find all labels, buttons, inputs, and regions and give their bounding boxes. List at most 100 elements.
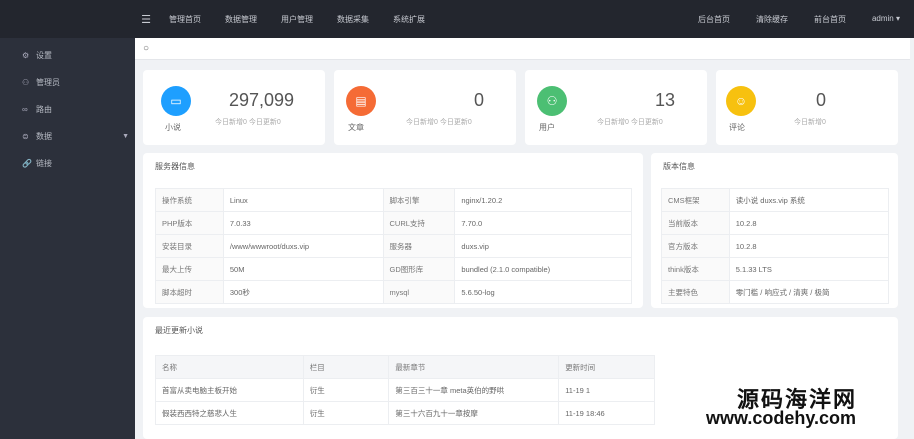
stat-sub: 今日新增0 今日更新0 — [406, 119, 472, 126]
stat-sub: 今日新增0 — [794, 119, 826, 126]
table-cell: 7.0.33 — [222, 211, 384, 235]
book-icon: ▭ — [161, 86, 191, 116]
stat-value: 13 — [655, 90, 676, 110]
sidebar-item-label: 设置 — [36, 51, 52, 60]
table-cell: 5.6.50-log — [454, 280, 632, 304]
table-cell: 零门槛 / 响应式 / 清爽 / 极简 — [728, 280, 890, 304]
table-key-cell: 脚本引擎 — [382, 188, 456, 212]
table-cell: 7.70.0 — [454, 211, 632, 235]
table-key-cell: GD图形库 — [382, 257, 456, 281]
stat-label: 小说 — [165, 123, 181, 132]
table-cell: 第三十六百九十一章按摩 — [388, 401, 560, 425]
sidebar-item-settings[interactable]: ⚙ 设置 — [0, 42, 135, 69]
gear-icon: ⚙ — [22, 51, 30, 60]
table-row: 脚本超时 300秒 mysql 5.6.50-log — [155, 280, 632, 304]
table-cell: 50M — [222, 257, 384, 281]
table-cell: 11-19 1 — [558, 378, 655, 402]
sidebar-item-data[interactable]: ⊜ 数据 ▼ — [0, 123, 135, 150]
table-row: CMS框架 读小说 duxs.vip 系统 — [661, 188, 890, 212]
sidebar-item-admins[interactable]: ⚇ 管理员 — [0, 69, 135, 96]
sidebar-item-label: 链接 — [36, 159, 52, 168]
panel-title: 最近更新小说 — [155, 326, 203, 335]
user-icon: ⚇ — [22, 78, 30, 87]
stat-card-articles: ▤ 文章 0 今日新增0 今日更新0 — [334, 70, 516, 145]
stat-card-comments: ☺ 评论 0 今日新增0 — [716, 70, 898, 145]
table-row: 安装目录/www/wwwroot/duxs.vip 服务器 duxs.vip — [155, 234, 632, 258]
route-icon: ∞ — [22, 105, 28, 114]
search-bar[interactable]: ○ — [135, 38, 910, 60]
link-icon: 🔗 — [22, 159, 32, 168]
table-key-cell: PHP版本 — [155, 211, 224, 235]
column-header: 名称 — [155, 355, 304, 379]
table-cell: 5.1.33 LTS — [728, 257, 890, 281]
chevron-down-icon: ▼ — [122, 133, 129, 140]
table-row: 当前版本 10.2.8 — [661, 211, 890, 235]
table-row: 官方版本 10.2.8 — [661, 234, 890, 258]
sidebar-item-label: 数据 — [36, 132, 52, 141]
table-key-cell: CMS框架 — [661, 188, 730, 212]
table-row: PHP版本 7.0.33 CURL支持 7.70.0 — [155, 211, 632, 235]
server-info-table: 操作系统 Linux 脚本引擎 nginx/1.20.2 PHP版本 7.0.33 CURL… — [155, 188, 632, 304]
table-key-cell: 操作系统 — [155, 188, 224, 212]
table-header-row: 名称 栏目 最新章节 更新时间 — [155, 355, 655, 379]
frontend-home-link[interactable]: 前台首页 — [814, 14, 846, 25]
table-key-cell: 脚本超时 — [155, 280, 224, 304]
table-key-cell: 安装目录 — [155, 234, 224, 258]
table-row: 主要特色 零门槛 / 响应式 / 清爽 / 极简 — [661, 280, 890, 304]
table-key-cell: CURL支持 — [382, 211, 456, 235]
stat-label: 用户 — [539, 123, 555, 132]
column-header: 最新章节 — [388, 355, 560, 379]
article-icon: ▤ — [346, 86, 376, 116]
top-nav: 管理首页 数据管理 用户管理 数据采集 系统扩展 — [169, 14, 449, 25]
stat-label: 文章 — [348, 123, 364, 132]
nav-item-data[interactable]: 数据管理 — [225, 14, 257, 25]
table-row: 首富从卖电脑主板开始 衍生 第三百三十一章 meta英伯的野哄 11-19 1 — [155, 378, 655, 402]
table-row: 操作系统 Linux 脚本引擎 nginx/1.20.2 — [155, 188, 632, 212]
clear-cache-link[interactable]: 清除缓存 — [756, 14, 788, 25]
stat-sub: 今日新增0 今日更新0 — [215, 119, 281, 126]
table-cell: 10.2.8 — [728, 234, 890, 258]
nav-item-home[interactable]: 管理首页 — [169, 14, 201, 25]
table-cell: 300秒 — [222, 280, 384, 304]
server-info-panel: 服务器信息 操作系统 Linux 脚本引擎 nginx/1.20.2 PHP版本 7.0.… — [143, 153, 643, 308]
sidebar-item-label: 路由 — [36, 105, 52, 114]
sidebar-item-links[interactable]: 🔗 链接 — [0, 150, 135, 177]
nav-item-users[interactable]: 用户管理 — [281, 14, 313, 25]
table-cell: 衍生 — [302, 378, 390, 402]
stat-sub: 今日新增0 今日更新0 — [597, 119, 663, 126]
table-cell: 衍生 — [302, 401, 390, 425]
stat-value: 0 — [474, 90, 485, 110]
table-key-cell: mysql — [382, 280, 456, 304]
table-cell: 第三百三十一章 meta英伯的野哄 — [388, 378, 560, 402]
table-cell: Linux — [222, 188, 384, 212]
stat-label: 评论 — [729, 123, 745, 132]
stat-value: 297,099 — [229, 90, 295, 110]
nav-item-extend[interactable]: 系统扩展 — [393, 14, 425, 25]
top-right-links: 后台首页 清除缓存 前台首页 admin ▾ — [698, 14, 914, 25]
table-key-cell: think版本 — [661, 257, 730, 281]
version-info-table: CMS框架 读小说 duxs.vip 系统 当前版本 10.2.8 官方版本 10.2.8… — [661, 188, 890, 304]
table-cell: bundled (2.1.0 compatible) — [454, 257, 632, 281]
table-cell: 假装西西特之慈悲人生 — [155, 401, 304, 425]
table-cell: 10.2.8 — [728, 211, 890, 235]
sidebar: ⚙ 设置 ⚇ 管理员 ∞ 路由 ⊜ 数据 ▼ 🔗 链接 — [0, 38, 135, 439]
user-menu[interactable]: admin ▾ — [872, 14, 900, 25]
column-header: 栏目 — [302, 355, 390, 379]
user-icon: ⚇ — [537, 86, 567, 116]
admin-home-link[interactable]: 后台首页 — [698, 14, 730, 25]
column-header: 更新时间 — [558, 355, 655, 379]
sidebar-item-routes[interactable]: ∞ 路由 — [0, 96, 135, 123]
table-key-cell: 当前版本 — [661, 211, 730, 235]
nav-item-collect[interactable]: 数据采集 — [337, 14, 369, 25]
table-cell: 首富从卖电脑主板开始 — [155, 378, 304, 402]
version-info-panel: 版本信息 CMS框架 读小说 duxs.vip 系统 当前版本 10.2.8 官方版本 1… — [651, 153, 898, 308]
database-icon: ⊜ — [22, 132, 29, 141]
table-cell: 读小说 duxs.vip 系统 — [728, 188, 890, 212]
hamburger-icon[interactable]: ☰ — [135, 13, 157, 26]
table-key-cell: 官方版本 — [661, 234, 730, 258]
search-icon[interactable]: ○ — [143, 43, 149, 54]
table-row: think版本 5.1.33 LTS — [661, 257, 890, 281]
panel-title: 服务器信息 — [155, 162, 195, 171]
recent-novels-table: 名称 栏目 最新章节 更新时间 首富从卖电脑主板开始 衍生 第三百三十一章 meta英伯的野… — [155, 355, 655, 425]
top-navbar: ☰ 管理首页 数据管理 用户管理 数据采集 系统扩展 后台首页 清除缓存 前台首… — [0, 0, 914, 38]
